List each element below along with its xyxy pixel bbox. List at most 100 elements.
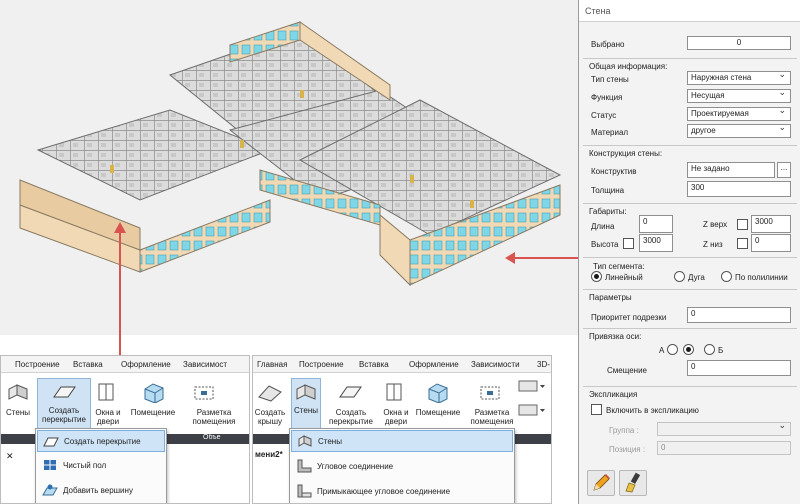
- height-field[interactable]: 3000: [639, 234, 673, 252]
- zbottom-label: Z низ: [703, 240, 723, 249]
- menu-item-corner-joint[interactable]: Угловое соединение: [291, 456, 513, 478]
- markup-room-button[interactable]: Разметка помещения: [183, 408, 245, 426]
- walls-icon: [296, 384, 316, 400]
- create-floor-menu: Создать перекрытие Чистый пол Добавить в…: [35, 428, 167, 503]
- clean-floor-icon: [44, 460, 56, 470]
- floor-slab-icon: [53, 386, 76, 398]
- thickness-field[interactable]: 300: [687, 181, 791, 197]
- priority-field[interactable]: 0: [687, 307, 791, 323]
- adjacent-corner-joint-icon: [297, 484, 312, 498]
- axis-binding-header: Привязка оси:: [589, 332, 642, 341]
- floor-slab-icon: [43, 437, 59, 447]
- position-field: 0: [657, 441, 791, 455]
- markup-room-button[interactable]: Разметка помещения: [467, 408, 517, 426]
- axis-b-radio[interactable]: [704, 344, 715, 355]
- menu-item-create-floor[interactable]: Создать перекрытие: [37, 430, 165, 452]
- ribbon-left-tabs: Построение Вставка Оформление Зависимост: [1, 356, 249, 373]
- document-tab[interactable]: мени2*: [255, 450, 283, 459]
- segment-polyline-label: По полилинии: [735, 273, 788, 282]
- tab-build[interactable]: Построение: [299, 360, 344, 369]
- windows-doors-button[interactable]: Окна и двери: [95, 408, 121, 426]
- tab-design[interactable]: Оформление: [121, 360, 171, 369]
- panel-title: Стена: [579, 0, 800, 22]
- menu-item-add-vertex[interactable]: Добавить вершину: [37, 480, 165, 502]
- segment-linear-label: Линейный: [605, 273, 643, 282]
- segment-type-header: Тип сегмента:: [593, 262, 645, 271]
- window-door-icon: [98, 383, 114, 401]
- ribbon-left-bar-text: Объе: [203, 434, 221, 441]
- axis-a-radio[interactable]: [667, 344, 678, 355]
- room-icon: [144, 383, 164, 403]
- dimensions-header: Габариты:: [589, 207, 627, 216]
- segment-polyline-radio[interactable]: [721, 271, 732, 282]
- group-dropdown[interactable]: [657, 422, 791, 436]
- windows-doors-button[interactable]: Окна и двери: [383, 408, 409, 426]
- window-door-icon: [386, 383, 402, 401]
- group-label: Группа :: [609, 426, 639, 435]
- height-label: Высота: [591, 240, 619, 249]
- create-roof-button[interactable]: Создать крышу: [253, 408, 287, 426]
- create-floor-label: Создать перекрытие: [42, 406, 86, 424]
- create-floor-button[interactable]: Создать перекрытие: [325, 408, 377, 426]
- walls-button[interactable]: Стены: [3, 408, 33, 417]
- tab-home[interactable]: Главная: [257, 360, 287, 369]
- ribbon-right-tabs: Главная Построение Вставка Оформление За…: [253, 356, 551, 373]
- explication-header: Экспликация: [589, 390, 638, 399]
- tab-insert[interactable]: Вставка: [73, 360, 103, 369]
- ribbon-left-screenshot: Построение Вставка Оформление Зависимост…: [0, 355, 250, 504]
- brush-tool-button[interactable]: [619, 470, 647, 496]
- params-header: Параметры: [589, 293, 632, 302]
- status-dropdown[interactable]: Проектируемая: [687, 107, 791, 121]
- floor-slab-icon: [339, 386, 362, 398]
- ribbon-right-screenshot: Главная Построение Вставка Оформление За…: [252, 355, 552, 504]
- height-checkbox[interactable]: [623, 238, 634, 249]
- tab-dependencies[interactable]: Зависимости: [471, 360, 520, 369]
- length-field[interactable]: 0: [639, 215, 673, 233]
- close-document-icon[interactable]: ✕: [6, 451, 14, 462]
- wall-type-dropdown[interactable]: Наружная стена: [687, 71, 791, 85]
- function-dropdown[interactable]: Несущая: [687, 89, 791, 103]
- wall-type-label: Тип стены: [591, 75, 629, 84]
- axis-a-label: А: [659, 346, 665, 355]
- offset-field[interactable]: 0: [687, 360, 791, 376]
- room-button[interactable]: Помещение: [125, 408, 181, 417]
- extra-tools-icon: [518, 380, 545, 416]
- room-button[interactable]: Помещение: [411, 408, 465, 417]
- material-dropdown[interactable]: другое: [687, 124, 791, 138]
- function-label: Функция: [591, 93, 623, 102]
- tab-3d[interactable]: 3D-: [537, 360, 550, 369]
- tab-insert[interactable]: Вставка: [359, 360, 389, 369]
- status-label: Статус: [591, 111, 617, 120]
- pencil-tool-button[interactable]: [587, 470, 615, 496]
- segment-arc-radio[interactable]: [674, 271, 685, 282]
- segment-linear-radio[interactable]: [591, 271, 602, 282]
- offset-label: Смещение: [607, 366, 648, 375]
- constructive-label: Конструктив: [591, 167, 637, 176]
- material-label: Материал: [591, 128, 629, 137]
- construction-header: Конструкция стены:: [589, 149, 663, 158]
- include-explication-checkbox[interactable]: [591, 404, 602, 415]
- ztop-checkbox[interactable]: [737, 219, 748, 230]
- segment-arc-label: Дуга: [688, 273, 705, 282]
- zbottom-checkbox[interactable]: [737, 238, 748, 249]
- thickness-label: Толщина: [591, 186, 625, 195]
- room-markup-icon: [480, 386, 500, 400]
- menu-item-walls[interactable]: Стены: [291, 430, 513, 452]
- walls-label: Стены: [294, 406, 318, 415]
- position-label: Позиция :: [609, 445, 646, 454]
- axis-center-radio[interactable]: [683, 344, 694, 355]
- general-info-header: Общая информация:: [589, 62, 668, 71]
- priority-label: Приоритет подрезки: [591, 313, 667, 322]
- zbottom-field[interactable]: 0: [751, 234, 791, 252]
- tab-design[interactable]: Оформление: [409, 360, 459, 369]
- walls-icon: [8, 384, 28, 400]
- menu-item-clean-floor[interactable]: Чистый пол: [37, 455, 165, 477]
- ztop-field[interactable]: 3000: [751, 215, 791, 233]
- tab-dependencies[interactable]: Зависимост: [183, 360, 227, 369]
- menu-item-adjacent-corner-joint[interactable]: Примыкающее угловое соединение: [291, 481, 513, 503]
- selected-count-field: 0: [687, 36, 791, 50]
- constructive-browse-button[interactable]: ...: [777, 162, 791, 178]
- constructive-field[interactable]: Не задано: [687, 162, 775, 178]
- tab-build[interactable]: Построение: [15, 360, 60, 369]
- ztop-label: Z верх: [703, 220, 728, 229]
